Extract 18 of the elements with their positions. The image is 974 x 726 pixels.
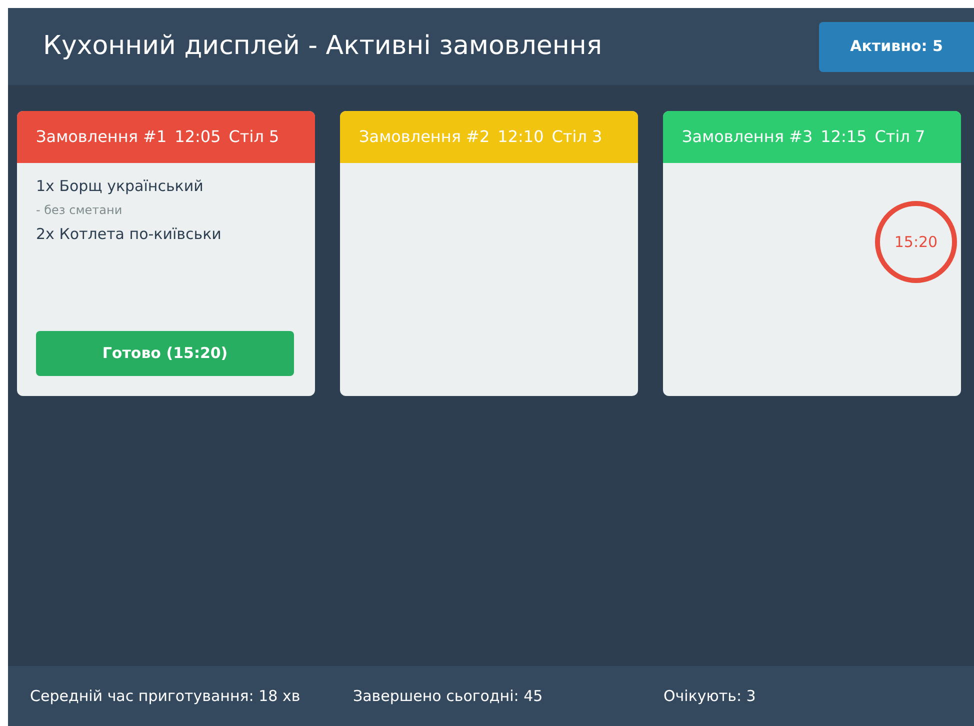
- active-count-badge: Активно: 5: [819, 22, 974, 72]
- order-time: 12:15: [820, 126, 867, 148]
- order-number: Замовлення #3: [682, 126, 813, 148]
- page-title: Кухонний дисплей - Активні замовлення: [43, 30, 602, 63]
- footer-stat: Очікують: 3: [664, 686, 757, 707]
- order-number: Замовлення #1: [36, 126, 167, 148]
- order-time: 12:10: [498, 126, 544, 148]
- footer-stat: Завершено сьогодні: 45: [353, 686, 544, 707]
- table-number: Стіл 3: [552, 126, 602, 148]
- order-time: 12:05: [174, 126, 221, 148]
- ready-button[interactable]: Готово (15:20): [36, 331, 294, 376]
- order-item: 1x Борщ український: [36, 176, 204, 197]
- item-note: - без сметани: [36, 202, 124, 219]
- footer-stat: Середній час приготування: 18 хв: [30, 686, 302, 707]
- table-number: Стіл 7: [874, 126, 926, 148]
- order-number: Замовлення #2: [359, 126, 490, 148]
- order-item: 2x Котлета по-київськи: [36, 224, 222, 245]
- table-number: Стіл 5: [228, 126, 280, 148]
